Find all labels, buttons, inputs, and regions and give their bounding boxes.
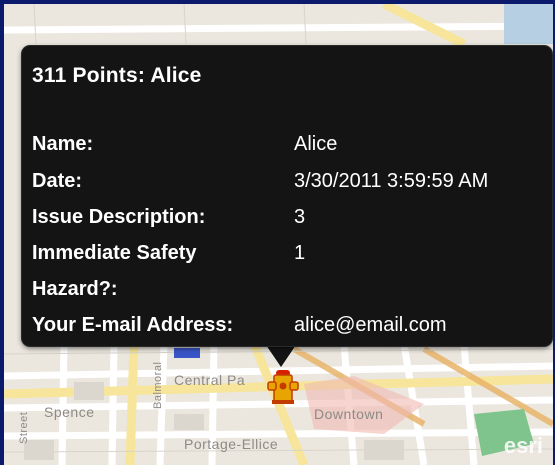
esri-logo: esri bbox=[503, 433, 543, 458]
fire-hydrant-icon[interactable] bbox=[266, 366, 300, 406]
attribute-value: Alice bbox=[294, 133, 338, 155]
map-label-central: Central Pa bbox=[174, 372, 246, 388]
map-label-downtown: Downtown bbox=[314, 406, 384, 422]
app-frame: Spence Central Pa Downtown Portage-Ellic… bbox=[4, 4, 553, 465]
attribute-value: 3 bbox=[294, 206, 306, 228]
attribute-label: Immediate Safety bbox=[32, 242, 197, 264]
attribute-value[interactable]: alice@email.com bbox=[294, 314, 447, 337]
map-label-portage: Portage-Ellice bbox=[184, 436, 279, 452]
attribute-value: 3/30/2011 3:59:59 AM bbox=[294, 170, 489, 192]
attribute-label: Date: bbox=[32, 170, 83, 192]
attribute-label: Issue Description: bbox=[32, 206, 206, 228]
attribute-label: Your E-mail Address: bbox=[32, 314, 234, 336]
popup-pointer bbox=[266, 345, 296, 367]
attribute-label: Hazard?: bbox=[32, 278, 118, 300]
attribute-label: Name: bbox=[32, 133, 94, 155]
attribute-value: 1 bbox=[294, 242, 306, 264]
info-popup: 311 Points: Alice Name: Alice Date: 3/30… bbox=[22, 46, 552, 346]
popup-title: 311 Points: Alice bbox=[32, 64, 202, 87]
map-label-street: Street bbox=[18, 411, 30, 444]
map-label-balmoral: Balmoral bbox=[152, 361, 164, 409]
map-label-spence: Spence bbox=[44, 404, 95, 420]
